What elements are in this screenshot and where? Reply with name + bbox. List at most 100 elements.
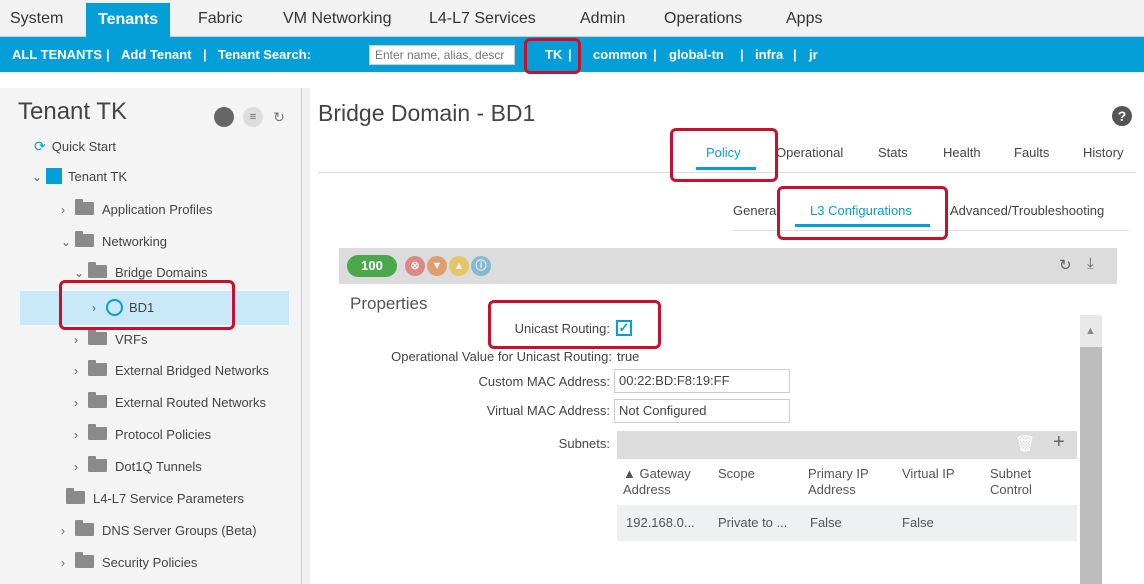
nav-l4l7-services[interactable]: L4-L7 Services [429,0,536,37]
folder-icon [75,520,94,536]
tree-node-protocol-policies[interactable]: › Protocol Policies [74,420,211,450]
folder-icon [75,552,94,568]
tree-node-networking[interactable]: ⌄ Networking [61,227,167,257]
custom-mac-input[interactable]: 00:22:BD:F8:19:FF [614,369,790,393]
refresh-icon[interactable]: ↻ [269,107,289,127]
refresh-icon[interactable]: ↻ [1059,256,1072,274]
scrollbar-thumb[interactable] [1080,347,1102,584]
tree-node-bd1[interactable]: › BD1 [20,291,289,325]
subnets-label: Subnets: [558,436,610,451]
tab-history[interactable]: History [1083,145,1123,160]
tree-node-security[interactable]: › Security Policies [61,548,197,578]
scroll-up-icon[interactable]: ▲ [1085,325,1096,337]
tenant-settings-icon[interactable] [214,107,234,127]
page-title: Bridge Domain - BD1 [318,100,536,126]
tab-health[interactable]: Health [943,145,981,160]
tenant-link-jr[interactable]: jr [809,37,818,72]
subnets-toolbar: 🗑 + [617,431,1077,459]
col-scope[interactable]: Scope [718,466,755,482]
pane-splitter[interactable] [302,88,310,584]
virtual-mac-label: Virtual MAC Address: [486,403,610,418]
folder-icon [88,424,107,440]
pane-title: Tenant TK [18,98,127,125]
nav-operations[interactable]: Operations [664,0,742,37]
folder-icon [88,360,107,376]
subtab-advanced[interactable]: Advanced/Troubleshooting [950,203,1104,218]
tree-node-application-profiles[interactable]: › Application Profiles [61,195,213,225]
top-nav: System Tenants Fabric VM Networking L4-L… [0,0,1144,37]
chevron-right-icon: › [74,428,78,442]
separator: | [740,47,744,62]
tree-node-l4l7-params[interactable]: L4-L7 Service Parameters [66,484,244,514]
health-score-badge: 100 [347,255,397,277]
nav-apps[interactable]: Apps [786,0,822,37]
folder-icon [88,392,107,408]
folder-icon [88,456,107,472]
subtab-l3-configurations[interactable]: L3 Configurations [810,203,912,218]
folder-icon [66,488,85,504]
nav-vm-networking[interactable]: VM Networking [283,0,391,37]
help-icon[interactable]: ? [1112,106,1132,126]
critical-fault-icon: ⊗ [405,256,425,276]
tree-label: Bridge Domains [115,265,208,280]
tenant-link-global-tn[interactable]: global-tn [669,37,724,72]
quick-start-item[interactable]: ⟳ Quick Start [34,131,116,161]
nav-fabric[interactable]: Fabric [198,0,242,37]
minor-fault-icon: ▲ [449,256,469,276]
separator: | [653,47,657,62]
tree-label: Dot1Q Tunnels [115,459,202,474]
tree-label: Networking [102,234,168,249]
tree-node-dns[interactable]: › DNS Server Groups (Beta) [61,516,257,546]
tenant-search-label: Tenant Search: [218,47,311,62]
nav-tenants[interactable]: Tenants [86,3,171,37]
tree-label: Protocol Policies [115,427,212,442]
cell-primary: False [810,515,842,530]
properties-toolbar: 100 ⊗ ▼ ▲ ⓘ ↻ ⤓ [339,248,1117,284]
trash-icon[interactable]: 🗑 [1015,434,1035,454]
virtual-mac-input[interactable]: Not Configured [614,399,790,423]
tab-stats[interactable]: Stats [878,145,908,160]
nav-admin[interactable]: Admin [580,0,625,37]
tenant-search-input[interactable] [369,45,515,65]
tree-label: DNS Server Groups (Beta) [102,523,257,538]
divider [733,230,1129,231]
tree-node-bridge-domains[interactable]: ⌄ Bridge Domains [74,258,208,288]
bridge-domain-icon [106,299,123,316]
tree-node-external-routed[interactable]: › External Routed Networks [74,388,266,418]
separator: | [203,47,207,62]
all-tenants-link[interactable]: ALL TENANTS [12,37,102,72]
chevron-right-icon: › [74,396,78,410]
tree-node-tenant[interactable]: ⌄ Tenant TK [32,162,127,192]
col-virtual-ip[interactable]: Virtual IP [902,466,955,482]
separator: | [568,47,572,62]
chevron-right-icon: › [74,460,78,474]
tenant-link-common[interactable]: common [593,37,647,72]
col-subnet-control[interactable]: Subnet Control [990,466,1032,498]
tree-node-dot1q[interactable]: › Dot1Q Tunnels [74,452,202,482]
operational-value: true [617,349,640,364]
tenant-link-tk[interactable]: TK [545,37,562,72]
add-tenant-link[interactable]: Add Tenant [121,37,192,72]
tree-label: VRFs [115,332,148,347]
folder-icon [75,199,94,215]
properties-heading: Properties [350,294,428,313]
chevron-down-icon: ⌄ [61,235,72,249]
nav-system[interactable]: System [10,0,63,37]
tab-policy[interactable]: Policy [706,145,741,160]
add-icon[interactable]: + [1053,431,1065,454]
chevron-down-icon: ⌄ [74,266,85,280]
tenant-link-infra[interactable]: infra [755,37,783,72]
unicast-routing-checkbox[interactable]: ✓ [616,320,632,336]
col-primary-ip[interactable]: Primary IP Address [808,466,869,498]
download-icon[interactable]: ⤓ [1087,255,1094,272]
tree-node-vrfs[interactable]: › VRFs [74,325,148,355]
list-icon[interactable]: ≡ [243,107,263,127]
col-gateway-address[interactable]: ▲ Gateway Address [623,466,691,498]
chevron-down-icon: ⌄ [32,170,43,184]
cell-gateway: 192.168.0... [626,515,695,530]
tab-faults[interactable]: Faults [1014,145,1049,160]
tree-label: Application Profiles [102,202,213,217]
chevron-right-icon: › [61,524,65,538]
tree-node-external-bridged[interactable]: › External Bridged Networks [74,356,269,386]
tab-operational[interactable]: Operational [776,145,843,160]
